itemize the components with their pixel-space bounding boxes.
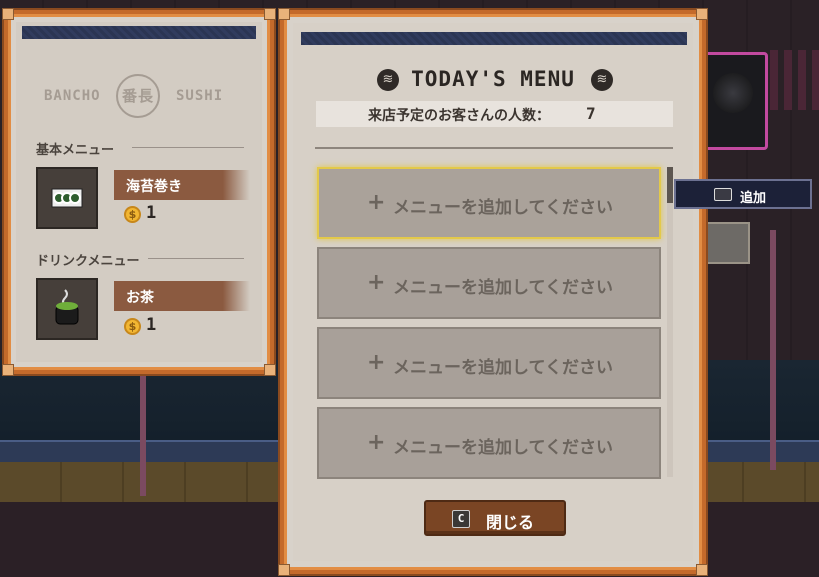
bottles-prop xyxy=(770,50,819,110)
guest-count-bar: 来店予定のお客さんの人数： 7 xyxy=(316,101,673,127)
logo-seal: 番長 xyxy=(116,74,160,118)
frame-corner xyxy=(2,364,14,376)
logo-left-text: BANCHO xyxy=(44,88,101,104)
frame-corner xyxy=(696,8,708,20)
plus-icon: + xyxy=(367,190,386,215)
basic-menu-item-icon-box[interactable] xyxy=(36,167,98,229)
menu-slot-3[interactable]: + メニューを追加してください xyxy=(317,327,661,399)
plus-icon: + xyxy=(367,430,386,455)
menu-slot-label: メニューを追加してください xyxy=(393,438,613,458)
menu-slot-4[interactable]: + メニューを追加してください xyxy=(317,407,661,479)
page-title: TODAY'S MENU xyxy=(411,67,575,91)
frame-corner xyxy=(264,8,276,20)
menu-list-panel: BANCHO 番長 SUSHI 基本メニュー 海苔巻き $ 1 ドリンクメニュー xyxy=(2,8,276,376)
frame-corner xyxy=(696,564,708,576)
menu-slot-label: メニューを追加してください xyxy=(393,198,613,218)
frame-corner xyxy=(264,364,276,376)
basic-menu-item-price: 1 xyxy=(146,203,157,223)
close-button-label: 閉じる xyxy=(486,513,535,532)
plus-icon: + xyxy=(367,350,386,375)
todays-menu-inner: ≋ TODAY'S MENU ≋ 来店予定のお客さんの人数： 7 + メニューを… xyxy=(293,23,693,561)
drink-menu-item-name: お茶 xyxy=(126,290,154,306)
add-button-label: 追加 xyxy=(740,191,767,206)
bancho-sushi-logo: BANCHO 番長 SUSHI xyxy=(16,74,262,118)
close-button[interactable]: C 閉じる xyxy=(424,500,566,536)
add-button-prompt[interactable]: 追加 xyxy=(674,179,812,209)
header-strip xyxy=(301,32,687,45)
basic-menu-title: 基本メニュー xyxy=(36,143,115,158)
drink-menu-title: ドリンクメニュー xyxy=(36,254,140,269)
c-key-icon: C xyxy=(452,510,470,528)
drink-menu-item-price: 1 xyxy=(146,315,157,335)
drink-menu-item-icon-box[interactable] xyxy=(36,278,98,340)
menu-slot-label: メニューを追加してください xyxy=(393,358,613,378)
header-strip xyxy=(22,26,256,39)
drink-menu-item-name-banner[interactable]: お茶 xyxy=(114,281,250,311)
speaker-cone xyxy=(713,73,753,113)
basic-menu-item-name: 海苔巻き xyxy=(126,179,182,195)
keyboard-key-icon xyxy=(714,188,732,201)
frame-corner xyxy=(278,564,290,576)
background-pillar xyxy=(770,230,776,470)
menu-scrollbar-track[interactable] xyxy=(667,167,673,477)
menu-scrollbar-thumb[interactable] xyxy=(667,167,673,203)
wall-picture xyxy=(700,222,750,264)
frame-corner xyxy=(278,8,290,20)
menu-slot-1[interactable]: + メニューを追加してください xyxy=(317,167,661,239)
guest-count-value: 7 xyxy=(586,104,596,123)
frame-corner xyxy=(2,8,14,20)
wave-emblem-icon: ≋ xyxy=(591,69,613,91)
background-pillar xyxy=(140,366,146,496)
plus-icon: + xyxy=(367,270,386,295)
divider xyxy=(315,147,673,149)
menu-slot-2[interactable]: + メニューを追加してください xyxy=(317,247,661,319)
section-divider xyxy=(132,147,244,148)
todays-menu-panel: ≋ TODAY'S MENU ≋ 来店予定のお客さんの人数： 7 + メニューを… xyxy=(278,8,708,576)
speaker-prop xyxy=(700,52,768,150)
coin-icon: $ xyxy=(124,318,141,335)
tea-cup-icon xyxy=(55,289,79,325)
logo-right-text: SUSHI xyxy=(176,88,224,104)
sushi-roll-icon xyxy=(51,188,83,208)
menu-slot-label: メニューを追加してください xyxy=(393,278,613,298)
basic-menu-item-name-banner[interactable]: 海苔巻き xyxy=(114,170,250,200)
menu-list-inner: BANCHO 番長 SUSHI 基本メニュー 海苔巻き $ 1 ドリンクメニュー xyxy=(16,22,262,362)
guest-count-label: 来店予定のお客さんの人数： xyxy=(368,108,550,124)
coin-icon: $ xyxy=(124,206,141,223)
section-divider xyxy=(148,258,244,259)
